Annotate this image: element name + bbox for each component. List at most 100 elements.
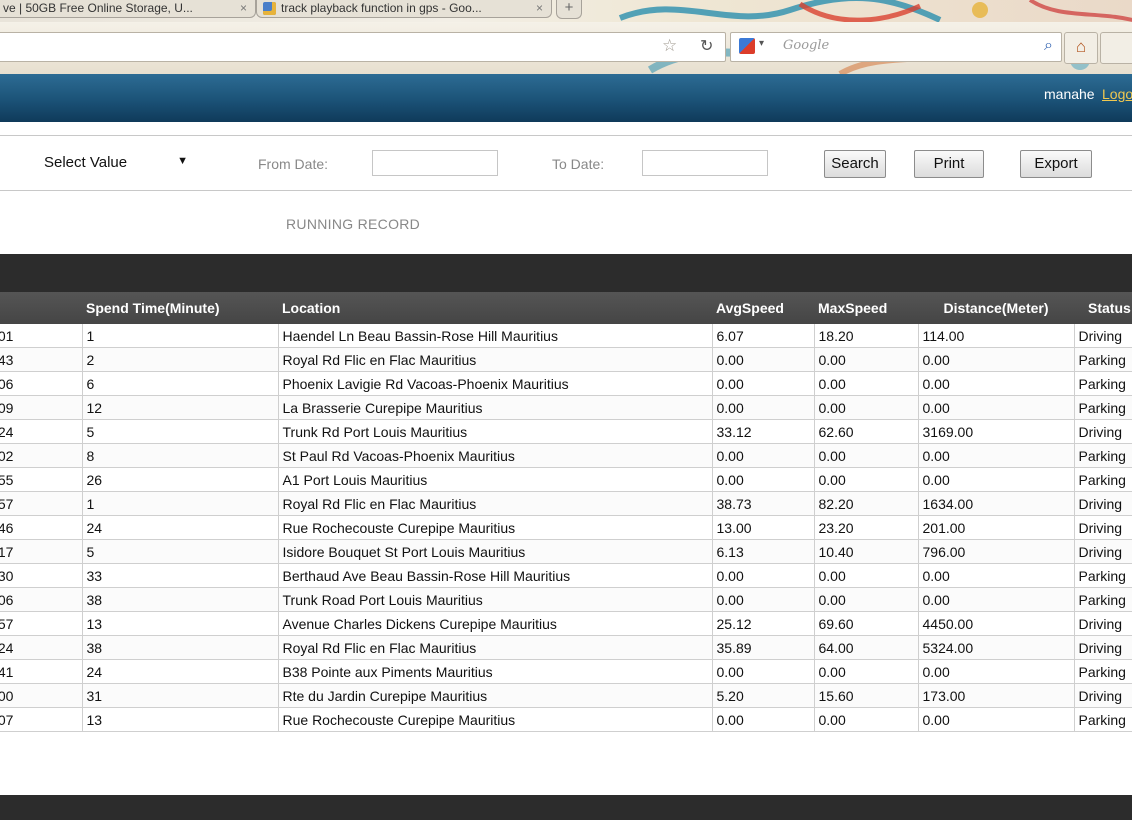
status-cell: Driving	[1074, 683, 1132, 708]
max-speed-cell: 0.00	[814, 347, 919, 372]
max-speed-cell: 18.20	[814, 324, 919, 348]
browser-tab-active[interactable]: track playback function in gps - Goo... …	[256, 0, 552, 18]
home-icon: ⌂	[1075, 37, 1087, 56]
status-cell: Driving	[1074, 635, 1132, 660]
toolbar-button[interactable]	[1100, 32, 1132, 64]
table-row[interactable]: :175Isidore Bouquet St Port Louis Maurit…	[0, 539, 1132, 564]
time-cell: :24	[0, 635, 83, 660]
google-engine-icon[interactable]	[739, 38, 755, 54]
spend-time-cell: 13	[82, 707, 279, 732]
location-cell: Royal Rd Flic en Flac Mauritius	[278, 491, 713, 516]
search-engine-box[interactable]: ▾ Google ⌕	[730, 32, 1062, 62]
distance-cell: 1634.00	[918, 491, 1075, 516]
location-cell: La Brasserie Curepipe Mauritius	[278, 395, 713, 420]
table-row[interactable]: :0912La Brasserie Curepipe Mauritius0.00…	[0, 395, 1132, 420]
search-button[interactable]: Search	[824, 150, 886, 178]
tab-title: ve | 50GB Free Online Storage, U...	[3, 1, 193, 15]
location-cell: Trunk Road Port Louis Mauritius	[278, 587, 713, 612]
table-row[interactable]: :0713Rue Rochecouste Curepipe Mauritius0…	[0, 707, 1132, 732]
tab-close-icon[interactable]: ×	[536, 0, 543, 16]
location-cell: Avenue Charles Dickens Curepipe Mauritiu…	[278, 611, 713, 636]
time-cell: :30	[0, 563, 83, 588]
avg-speed-cell: 5.20	[712, 683, 815, 708]
print-button[interactable]: Print	[914, 150, 984, 178]
max-speed-cell: 64.00	[814, 635, 919, 660]
max-speed-cell: 69.60	[814, 611, 919, 636]
distance-cell: 114.00	[918, 324, 1075, 348]
column-header-status[interactable]: Status	[1074, 292, 1132, 324]
time-cell: :00	[0, 683, 83, 708]
max-speed-cell: 0.00	[814, 443, 919, 468]
avg-speed-cell: 33.12	[712, 419, 815, 444]
export-button[interactable]: Export	[1020, 150, 1092, 178]
time-cell: :46	[0, 515, 83, 540]
avg-speed-cell: 13.00	[712, 515, 815, 540]
distance-cell: 0.00	[918, 395, 1075, 420]
distance-cell: 0.00	[918, 707, 1075, 732]
table-row[interactable]: :5526A1 Port Louis Mauritius0.000.000.00…	[0, 467, 1132, 492]
engine-dropdown-icon[interactable]: ▾	[759, 38, 764, 49]
column-header-spend-time[interactable]: Spend Time(Minute)	[82, 292, 278, 324]
to-date-input[interactable]	[642, 150, 768, 176]
vehicle-select[interactable]: Select Value ▼	[38, 150, 194, 178]
avg-speed-cell: 25.12	[712, 611, 815, 636]
max-speed-cell: 82.20	[814, 491, 919, 516]
logout-link[interactable]: Logout	[1102, 86, 1132, 102]
table-row[interactable]: :2438Royal Rd Flic en Flac Mauritius35.8…	[0, 635, 1132, 660]
status-cell: Parking	[1074, 563, 1132, 588]
table-row[interactable]: :3033Berthaud Ave Beau Bassin-Rose Hill …	[0, 563, 1132, 588]
avg-speed-cell: 0.00	[712, 659, 815, 684]
divider	[0, 190, 1132, 191]
distance-cell: 3169.00	[918, 419, 1075, 444]
bookmark-star-icon[interactable]: ☆	[662, 36, 677, 56]
status-cell: Driving	[1074, 515, 1132, 540]
avg-speed-cell: 0.00	[712, 395, 815, 420]
table-row[interactable]: :4624Rue Rochecouste Curepipe Mauritius1…	[0, 515, 1132, 540]
table-row[interactable]: :432Royal Rd Flic en Flac Mauritius0.000…	[0, 347, 1132, 372]
max-speed-cell: 23.20	[814, 515, 919, 540]
distance-cell: 0.00	[918, 587, 1075, 612]
browser-tab[interactable]: ve | 50GB Free Online Storage, U... ×	[0, 0, 256, 18]
distance-cell: 0.00	[918, 659, 1075, 684]
spend-time-cell: 24	[82, 515, 279, 540]
address-bar[interactable]	[0, 32, 726, 62]
location-cell: Isidore Bouquet St Port Louis Mauritius	[278, 539, 713, 564]
column-header-distance[interactable]: Distance(Meter)	[918, 292, 1074, 324]
report-title: RUNNING RECORD	[286, 216, 421, 232]
tab-close-icon[interactable]: ×	[240, 0, 247, 16]
distance-cell: 5324.00	[918, 635, 1075, 660]
time-cell: :01	[0, 324, 83, 348]
column-header-avg-speed[interactable]: AvgSpeed	[712, 292, 814, 324]
table-row[interactable]: :5713Avenue Charles Dickens Curepipe Mau…	[0, 611, 1132, 636]
avg-speed-cell: 0.00	[712, 467, 815, 492]
table-row[interactable]: :028St Paul Rd Vacoas-Phoenix Mauritius0…	[0, 443, 1132, 468]
location-cell: Royal Rd Flic en Flac Mauritius	[278, 635, 713, 660]
column-header-location[interactable]: Location	[278, 292, 712, 324]
table-row[interactable]: :066Phoenix Lavigie Rd Vacoas-Phoenix Ma…	[0, 371, 1132, 396]
max-speed-cell: 0.00	[814, 563, 919, 588]
from-date-input[interactable]	[372, 150, 498, 176]
column-header-max-speed[interactable]: MaxSpeed	[814, 292, 918, 324]
spend-time-cell: 6	[82, 371, 279, 396]
spend-time-cell: 26	[82, 467, 279, 492]
search-magnifier-icon[interactable]: ⌕	[1044, 37, 1053, 55]
table-row[interactable]: :571Royal Rd Flic en Flac Mauritius38.73…	[0, 491, 1132, 516]
table-row[interactable]: :0638Trunk Road Port Louis Mauritius0.00…	[0, 587, 1132, 612]
tab-title: track playback function in gps - Goo...	[281, 1, 482, 15]
home-button[interactable]: ⌂	[1064, 32, 1098, 64]
max-speed-cell: 62.60	[814, 419, 919, 444]
column-header-time[interactable]	[0, 292, 82, 324]
spend-time-cell: 33	[82, 563, 279, 588]
avg-speed-cell: 0.00	[712, 347, 815, 372]
avg-speed-cell: 6.13	[712, 539, 815, 564]
table-row[interactable]: :4124B38 Pointe aux Piments Mauritius0.0…	[0, 659, 1132, 684]
distance-cell: 0.00	[918, 347, 1075, 372]
table-row[interactable]: :245Trunk Rd Port Louis Mauritius33.1262…	[0, 419, 1132, 444]
avg-speed-cell: 35.89	[712, 635, 815, 660]
table-row[interactable]: :011Haendel Ln Beau Bassin-Rose Hill Mau…	[0, 324, 1132, 348]
new-tab-button[interactable]: +	[556, 0, 582, 19]
time-cell: :17	[0, 539, 83, 564]
running-record-table: Spend Time(Minute) Location AvgSpeed Max…	[0, 292, 1132, 732]
table-row[interactable]: :0031Rte du Jardin Curepipe Mauritius5.2…	[0, 683, 1132, 708]
reload-icon[interactable]: ↻	[700, 36, 713, 56]
